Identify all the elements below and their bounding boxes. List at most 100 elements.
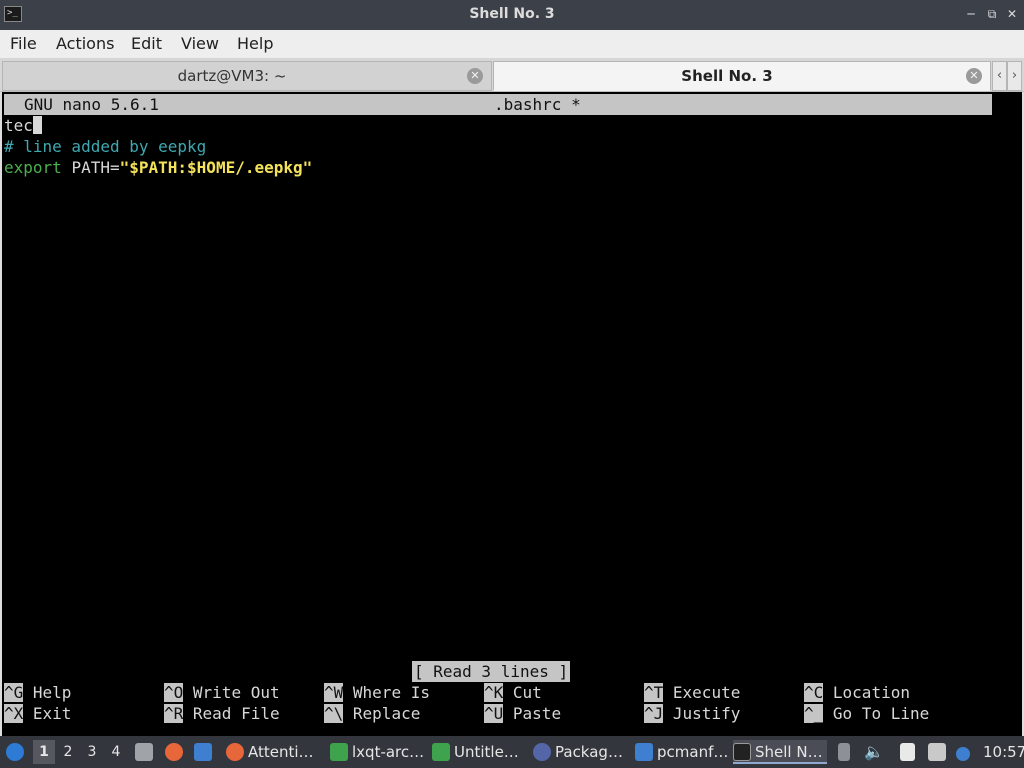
shortcut-key: ^R: [164, 704, 184, 723]
menu-edit[interactable]: Edit: [131, 34, 162, 53]
shortcut-read-file[interactable]: ^R Read File: [164, 703, 280, 724]
variable-name: PATH=: [71, 158, 120, 177]
network-icon[interactable]: [928, 740, 950, 764]
shortcut-label: Replace: [352, 704, 421, 723]
shortcut-label: Read File: [192, 704, 280, 723]
shortcut-go-to-line[interactable]: ^_ Go To Line: [804, 703, 929, 724]
shortcut-write-out[interactable]: ^O Write Out: [164, 682, 280, 703]
desktop-1[interactable]: 1: [33, 740, 55, 764]
tab-label: Shell No. 3: [681, 67, 773, 85]
menu-bar: File Actions Edit View Help: [0, 30, 1024, 58]
shortcut-label: Exit: [32, 704, 72, 723]
scroll-gutter: [992, 94, 1020, 115]
export-keyword: export: [4, 158, 62, 177]
nano-version: GNU nano 5.6.1: [24, 95, 159, 114]
window-titlebar: >_ Shell No. 3 ─ ⧉ ✕: [0, 0, 1024, 30]
shortcut-key: ^U: [484, 704, 504, 723]
folder-icon: [635, 743, 653, 761]
menu-actions[interactable]: Actions: [56, 34, 114, 53]
shortcut-key: ^X: [4, 704, 24, 723]
firefox-icon: [226, 743, 244, 761]
shortcut-key: ^J: [644, 704, 664, 723]
task-pcmanfm[interactable]: pcmanf…: [635, 740, 731, 764]
shortcut-where-is[interactable]: ^W Where Is: [324, 682, 430, 703]
task-attenti[interactable]: Attenti…: [226, 740, 324, 764]
task-label: Shell N…: [755, 743, 823, 761]
menu-view[interactable]: View: [181, 34, 219, 53]
tab-dartz[interactable]: dartz@VM3: ~ ✕: [2, 61, 492, 91]
editor-line-2[interactable]: # line added by eepkg: [4, 136, 206, 157]
desktop-2[interactable]: 2: [57, 740, 79, 764]
terminal-icon: [733, 743, 751, 761]
close-icon[interactable]: ✕: [1005, 6, 1019, 22]
shortcut-exit[interactable]: ^X Exit: [4, 703, 71, 724]
shortcut-label: Location: [832, 683, 910, 702]
task-shell[interactable]: Shell N…: [733, 740, 827, 764]
shortcut-label: Write Out: [192, 683, 280, 702]
shortcut-key: ^O: [164, 683, 184, 702]
volume-icon[interactable]: 🔈: [864, 740, 884, 764]
nano-status: [ Read 3 lines ]: [412, 661, 571, 682]
shortcut-key: ^W: [324, 683, 344, 702]
shortcut-key: ^C: [804, 683, 824, 702]
shortcut-key: ^_: [804, 704, 824, 723]
show-desktop-icon[interactable]: [194, 740, 216, 764]
task-label: pcmanf…: [657, 743, 729, 761]
shortcut-key: ^K: [484, 683, 504, 702]
restore-icon[interactable]: ⧉: [985, 6, 999, 22]
editor-line-1[interactable]: tec: [4, 115, 42, 136]
desktop-3[interactable]: 3: [81, 740, 103, 764]
comment-text: # line added by eepkg: [4, 137, 207, 156]
clipboard-icon[interactable]: [900, 740, 919, 764]
task-label: Attenti…: [248, 743, 314, 761]
desktop-4[interactable]: 4: [105, 740, 127, 764]
tab-bar: dartz@VM3: ~ ✕ Shell No. 3 ✕ ‹ ›: [0, 58, 1024, 92]
file-manager-launcher-icon[interactable]: [135, 740, 157, 764]
shortcut-key: ^G: [4, 683, 24, 702]
task-lxqt-arc[interactable]: lxqt-arc…: [330, 740, 426, 764]
tray-arrow-icon[interactable]: [838, 740, 854, 764]
shortcut-paste[interactable]: ^U Paste: [484, 703, 561, 724]
tab-scroll-left-icon[interactable]: ‹: [992, 61, 1007, 91]
window-title: Shell No. 3: [469, 6, 555, 22]
shortcut-execute[interactable]: ^T Execute: [644, 682, 740, 703]
task-untitled[interactable]: Untitle…: [432, 740, 528, 764]
tab-close-icon[interactable]: ✕: [966, 68, 982, 84]
task-label: Untitle…: [454, 743, 519, 761]
taskbar: 1 2 3 4 Attenti… lxqt-arc… Untitle… Pack…: [0, 736, 1024, 768]
shortcut-label: Go To Line: [832, 704, 930, 723]
task-packages[interactable]: Packag…: [533, 740, 629, 764]
task-label: Packag…: [555, 743, 623, 761]
text-cursor: [32, 116, 42, 134]
tab-shell-3[interactable]: Shell No. 3 ✕: [493, 61, 991, 91]
shortcut-label: Help: [32, 683, 72, 702]
shortcut-label: Justify: [672, 704, 741, 723]
shortcut-label: Execute: [672, 683, 741, 702]
tab-close-icon[interactable]: ✕: [467, 68, 483, 84]
firefox-launcher-icon[interactable]: [165, 740, 187, 764]
spreadsheet-icon: [432, 743, 450, 761]
shortcut-label: Cut: [512, 683, 542, 702]
nano-header: GNU nano 5.6.1 .bashrc *: [4, 94, 992, 115]
shortcut-justify[interactable]: ^J Justify: [644, 703, 740, 724]
package-manager-icon: [533, 743, 551, 761]
clock[interactable]: 10:57: [983, 740, 1024, 764]
menu-file[interactable]: File: [10, 34, 37, 53]
terminal-area[interactable]: GNU nano 5.6.1 .bashrc * tec # line adde…: [0, 92, 1024, 736]
string-value: "$PATH:$HOME/.eepkg": [119, 158, 313, 177]
notification-icon[interactable]: [956, 740, 974, 764]
menu-help[interactable]: Help: [237, 34, 273, 53]
start-menu-icon[interactable]: [6, 740, 28, 764]
task-label: lxqt-arc…: [352, 743, 425, 761]
shortcut-label: Where Is: [352, 683, 430, 702]
tab-label: dartz@VM3: ~: [177, 67, 287, 85]
shortcut-location[interactable]: ^C Location: [804, 682, 910, 703]
shortcut-key: ^\: [324, 704, 344, 723]
spreadsheet-icon: [330, 743, 348, 761]
shortcut-cut[interactable]: ^K Cut: [484, 682, 542, 703]
shortcut-help[interactable]: ^G Help: [4, 682, 71, 703]
minimize-icon[interactable]: ─: [964, 6, 978, 22]
tab-scroll-right-icon[interactable]: ›: [1007, 61, 1022, 91]
shortcut-replace[interactable]: ^\ Replace: [324, 703, 420, 724]
editor-line-3[interactable]: export PATH="$PATH:$HOME/.eepkg": [4, 157, 312, 178]
